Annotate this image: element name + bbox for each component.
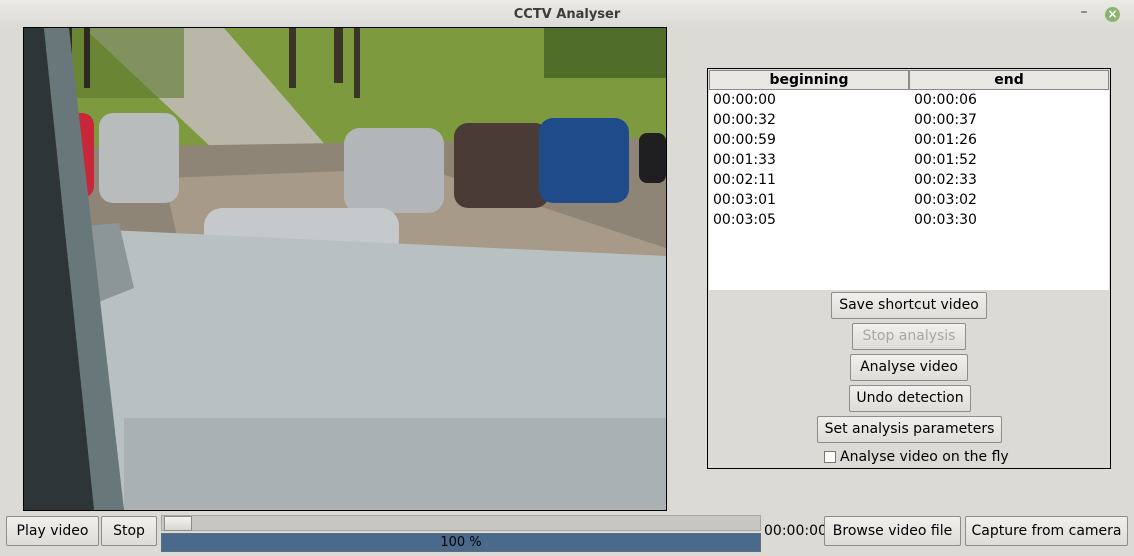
analyse-video-button[interactable]: Analyse video [850, 354, 968, 381]
stop-button[interactable]: Stop [101, 516, 157, 546]
beginning-cell: 00:00:00 [713, 92, 776, 108]
beginning-cell: 00:03:05 [713, 212, 776, 228]
analyse-on-fly-label: Analyse video on the fly [840, 449, 1009, 465]
table-row[interactable]: 00:00:59 00:01:26 [709, 130, 1109, 150]
end-cell: 00:00:37 [914, 112, 977, 128]
title-bar: CCTV Analyser – × [0, 0, 1134, 28]
table-row[interactable]: 00:00:00 00:00:06 [709, 90, 1109, 110]
window-title: CCTV Analyser [513, 7, 621, 22]
progress-text: 100 % [440, 535, 482, 550]
beginning-cell: 00:01:33 [713, 152, 776, 168]
table-row[interactable]: 00:03:05 00:03:30 [709, 210, 1109, 230]
end-cell: 00:01:26 [914, 132, 977, 148]
beginning-cell: 00:02:11 [713, 172, 776, 188]
capture-from-camera-button[interactable]: Capture from camera [965, 516, 1128, 546]
table-header: beginning end [709, 70, 1109, 90]
analyse-on-fly-checkbox[interactable] [824, 451, 836, 463]
save-shortcut-video-button[interactable]: Save shortcut video [831, 292, 987, 319]
position-slider[interactable] [161, 515, 761, 531]
table-row[interactable]: 00:00:32 00:00:37 [709, 110, 1109, 130]
undo-detection-button[interactable]: Undo detection [849, 385, 971, 412]
beginning-cell: 00:00:59 [713, 132, 776, 148]
table-row[interactable]: 00:03:01 00:03:02 [709, 190, 1109, 210]
play-video-button[interactable]: Play video [6, 516, 99, 546]
end-cell: 00:00:06 [914, 92, 977, 108]
end-cell: 00:01:52 [914, 152, 977, 168]
time-readout: 00:00:00 [764, 523, 827, 539]
table-row[interactable]: 00:01:33 00:01:52 [709, 150, 1109, 170]
beginning-cell: 00:03:01 [713, 192, 776, 208]
detections-table: beginning end 00:00:00 00:00:06 00:00:32… [709, 70, 1109, 290]
detections-panel: beginning end 00:00:00 00:00:06 00:00:32… [707, 68, 1111, 469]
progress-bar: 100 % [161, 533, 761, 552]
beginning-cell: 00:00:32 [713, 112, 776, 128]
video-preview [23, 27, 667, 511]
cctv-frame-icon [24, 28, 666, 510]
minimize-icon[interactable]: – [1076, 5, 1092, 22]
end-cell: 00:03:30 [914, 212, 977, 228]
close-icon[interactable]: × [1105, 7, 1120, 22]
column-header-beginning[interactable]: beginning [709, 70, 909, 90]
slider-handle[interactable] [164, 516, 192, 531]
browse-video-file-button[interactable]: Browse video file [824, 516, 961, 546]
column-header-end[interactable]: end [909, 70, 1109, 90]
set-analysis-parameters-button[interactable]: Set analysis parameters [817, 416, 1002, 443]
table-row[interactable]: 00:02:11 00:02:33 [709, 170, 1109, 190]
end-cell: 00:02:33 [914, 172, 977, 188]
end-cell: 00:03:02 [914, 192, 977, 208]
stop-analysis-button[interactable]: Stop analysis [852, 323, 966, 350]
